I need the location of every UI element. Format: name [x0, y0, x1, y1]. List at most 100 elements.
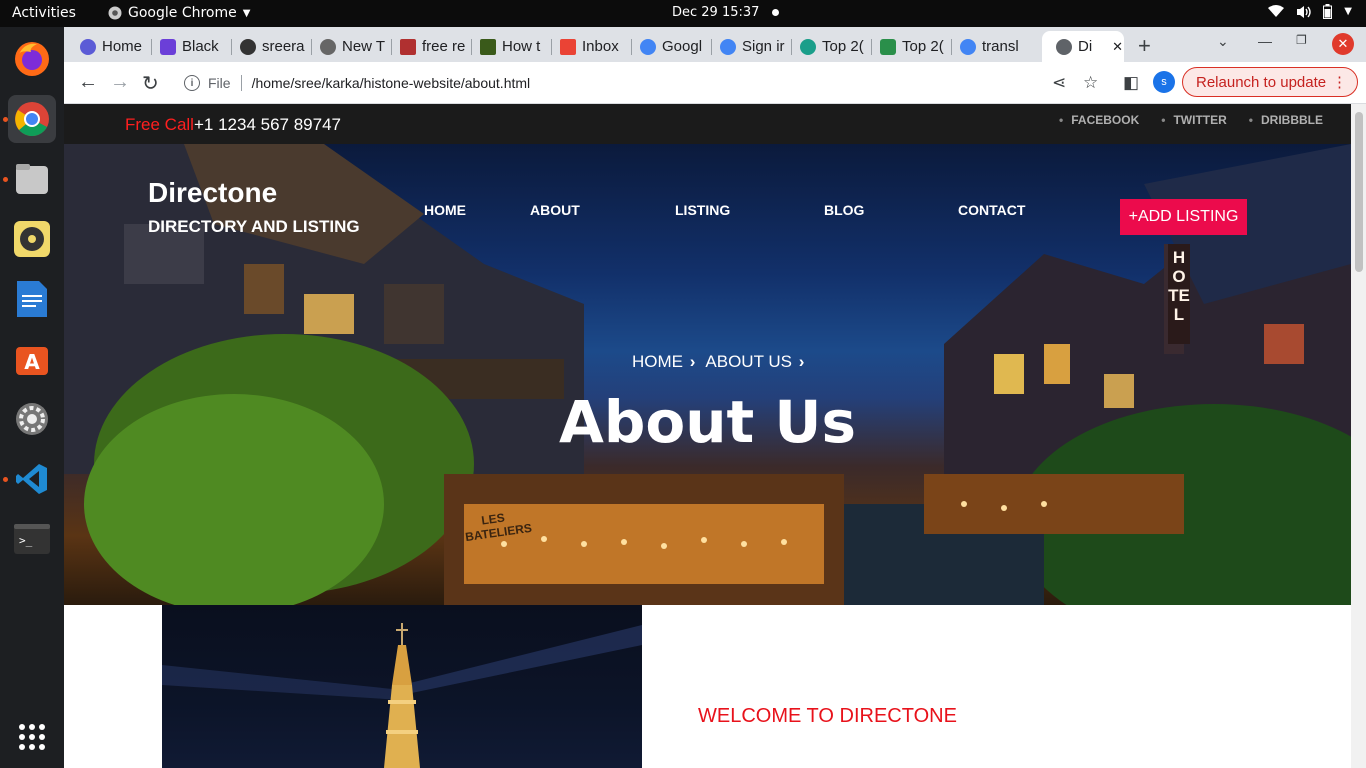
- share-icon[interactable]: ⋖: [1052, 73, 1066, 93]
- google-icon: [720, 38, 736, 55]
- eiffel-tower-image: [162, 605, 642, 768]
- forward-button[interactable]: →: [110, 71, 130, 94]
- app-menu[interactable]: Google Chrome ▼: [108, 5, 250, 21]
- relaunch-button[interactable]: Relaunch to update ⋮: [1182, 67, 1358, 97]
- tab-strip: Home Black sreera New T free re How t In…: [64, 27, 1366, 62]
- tab-title: Top 2(: [822, 38, 864, 55]
- gmail-icon: [560, 38, 576, 55]
- social-link-facebook[interactable]: FACEBOOK: [1059, 113, 1139, 127]
- svg-text:A: A: [24, 350, 40, 374]
- side-panel-icon[interactable]: ◧: [1123, 73, 1139, 93]
- chrome-icon[interactable]: [8, 95, 56, 143]
- google-icon: [640, 38, 656, 55]
- tab[interactable]: How t: [466, 31, 546, 62]
- writer-icon[interactable]: [8, 275, 56, 323]
- clock[interactable]: Dec 29 15:37: [672, 5, 759, 20]
- tab[interactable]: Top 2(: [786, 31, 866, 62]
- nav-home[interactable]: HOME: [424, 202, 466, 218]
- tab[interactable]: Sign ir: [706, 31, 786, 62]
- show-apps-icon[interactable]: [19, 724, 45, 750]
- divider: [240, 75, 242, 91]
- social-links: FACEBOOK TWITTER DRIBBBLE: [1059, 113, 1323, 127]
- faq-icon: [480, 38, 496, 55]
- tab-title: New T: [342, 38, 386, 55]
- nav-contact[interactable]: CONTACT: [958, 202, 1025, 218]
- software-center-icon[interactable]: A: [8, 335, 56, 383]
- breadcrumb-about[interactable]: ABOUT US ›: [705, 352, 804, 372]
- url-text[interactable]: /home/sree/karka/histone-website/about.h…: [252, 75, 531, 91]
- files-icon[interactable]: [8, 155, 56, 203]
- chevron-down-icon: ▼: [242, 7, 251, 19]
- address-bar[interactable]: i File /home/sree/karka/histone-website/…: [172, 67, 1110, 99]
- tab-title: free re: [422, 38, 466, 55]
- globe-icon: [1056, 38, 1072, 55]
- canva-icon: [80, 38, 96, 55]
- close-window-button[interactable]: ✕: [1332, 33, 1354, 55]
- brand-tagline: DIRECTORY AND LISTING: [148, 217, 360, 236]
- nav-listing[interactable]: LISTING: [675, 202, 730, 218]
- new-tab-button[interactable]: +: [1138, 33, 1151, 59]
- social-link-dribbble[interactable]: DRIBBBLE: [1249, 113, 1323, 127]
- scrollbar-thumb[interactable]: [1355, 112, 1363, 272]
- info-icon[interactable]: i: [184, 75, 200, 91]
- dock: A >_: [0, 27, 64, 768]
- tab[interactable]: sreera: [226, 31, 306, 62]
- tab[interactable]: Home: [66, 31, 146, 62]
- settings-icon[interactable]: [8, 395, 56, 443]
- chevron-right-icon: ›: [685, 352, 696, 371]
- back-button[interactable]: ←: [78, 71, 98, 94]
- breadcrumb-label: HOME: [632, 352, 683, 371]
- volume-icon: [1297, 5, 1311, 18]
- tab-search-icon[interactable]: ⌄: [1217, 33, 1229, 50]
- tab-title: Home: [102, 38, 143, 55]
- site-icon: [800, 38, 816, 55]
- relaunch-label: Relaunch to update: [1196, 73, 1327, 91]
- tab-title: transl: [982, 38, 1019, 55]
- tab[interactable]: Googl: [626, 31, 706, 62]
- phone-number[interactable]: +1 1234 567 89747: [194, 115, 341, 134]
- tab-title: Black: [182, 38, 219, 55]
- browser-toolbar: ← → ↻ i File /home/sree/karka/histone-we…: [64, 62, 1366, 104]
- system-tray[interactable]: ▼: [1268, 4, 1352, 19]
- tab-title: Inbox: [582, 38, 619, 55]
- firefox-icon[interactable]: [8, 35, 56, 83]
- breadcrumb-home[interactable]: HOME ›: [632, 352, 695, 372]
- tab[interactable]: free re: [386, 31, 466, 62]
- tab[interactable]: Inbox: [546, 31, 626, 62]
- reload-button[interactable]: ↻: [142, 71, 159, 96]
- maximize-button[interactable]: ❐: [1296, 33, 1307, 47]
- vscode-icon[interactable]: [8, 455, 56, 503]
- app-menu-label: Google Chrome: [128, 5, 237, 21]
- tab-title: Top 2(: [902, 38, 944, 55]
- web-page: Free Call+1 1234 567 89747 FACEBOOK TWIT…: [64, 104, 1351, 768]
- add-listing-button[interactable]: +ADD LISTING: [1120, 199, 1247, 235]
- site-brand[interactable]: Directone DIRECTORY AND LISTING: [148, 177, 360, 237]
- social-link-twitter[interactable]: TWITTER: [1161, 113, 1226, 127]
- running-indicator: [3, 117, 8, 122]
- tab[interactable]: transl: [946, 31, 1026, 62]
- profile-avatar[interactable]: s: [1153, 71, 1175, 93]
- free-call-label: Free Call: [125, 115, 194, 134]
- nav-blog[interactable]: BLOG: [824, 202, 864, 218]
- chevron-right-icon: ›: [793, 352, 805, 371]
- bookmark-star-icon[interactable]: ☆: [1083, 73, 1098, 93]
- close-tab-icon[interactable]: ✕: [1112, 39, 1123, 55]
- free-call: Free Call+1 1234 567 89747: [125, 115, 341, 135]
- tab[interactable]: Top 2(: [866, 31, 946, 62]
- tab-title: How t: [502, 38, 541, 55]
- terminal-icon[interactable]: >_: [8, 515, 56, 563]
- activities-button[interactable]: Activities: [12, 5, 76, 21]
- site-icon: [400, 38, 416, 55]
- nav-about[interactable]: ABOUT: [530, 202, 580, 218]
- minimize-button[interactable]: —: [1258, 33, 1272, 49]
- tab[interactable]: New T: [306, 31, 386, 62]
- browser-window: Home Black sreera New T free re How t In…: [64, 27, 1366, 768]
- breadcrumb-label: ABOUT US: [705, 352, 792, 371]
- rhythmbox-icon[interactable]: [8, 215, 56, 263]
- page-scrollbar[interactable]: [1351, 104, 1366, 768]
- tab[interactable]: Black: [146, 31, 226, 62]
- contact-strip: Free Call+1 1234 567 89747 FACEBOOK TWIT…: [64, 104, 1351, 144]
- tab-active[interactable]: Di ✕: [1042, 31, 1124, 62]
- more-menu-icon[interactable]: ⋮: [1332, 73, 1347, 91]
- chrome-icon: [108, 6, 122, 20]
